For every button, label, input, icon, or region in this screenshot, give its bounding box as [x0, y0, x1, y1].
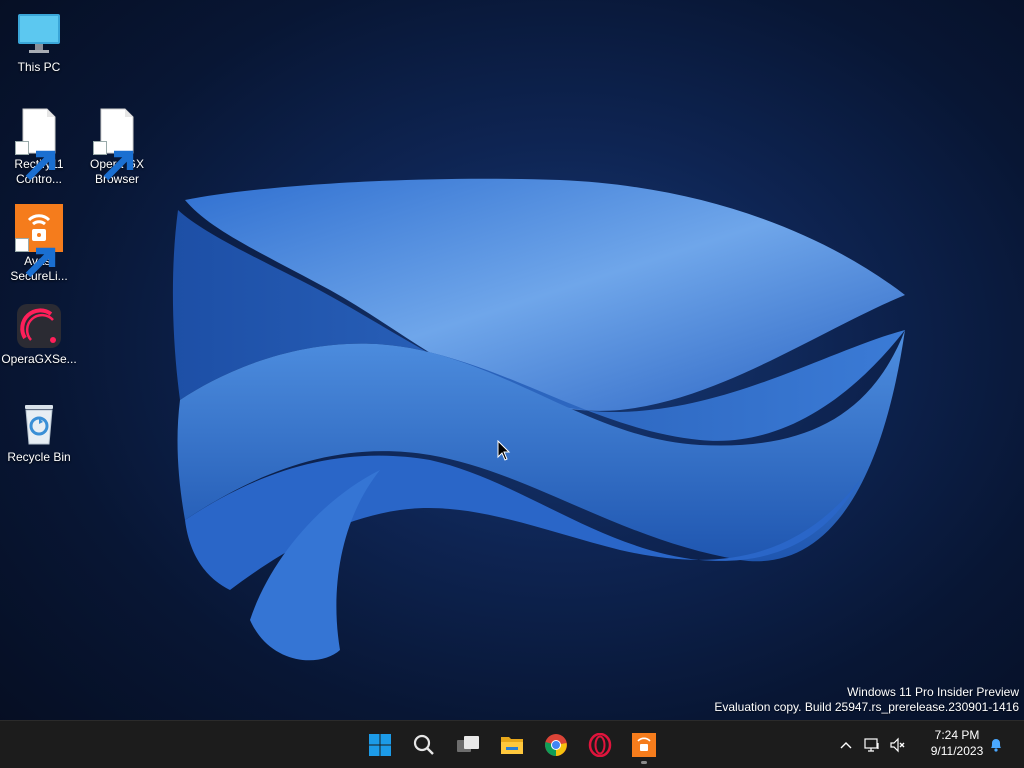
volume-button[interactable] — [886, 725, 910, 765]
desktop-icon-label: Recycle Bin — [7, 450, 71, 464]
clock-time: 7:24 PM — [934, 728, 980, 742]
search-button[interactable] — [404, 725, 444, 765]
shortcut-arrow-icon — [15, 238, 56, 278]
chrome-button[interactable] — [536, 725, 576, 765]
running-indicator — [641, 761, 647, 764]
chrome-icon — [545, 734, 567, 756]
file-explorer-icon — [501, 737, 523, 754]
desktop-icon-operagx-setup[interactable]: OperaGXSe... — [0, 302, 78, 367]
desktop-icon-opera-gx-browser[interactable]: Opera GX Browser — [78, 107, 156, 187]
recycle-bin-icon — [15, 400, 63, 448]
shortcut-arrow-icon — [93, 141, 134, 181]
monitor-icon — [15, 10, 63, 58]
opera-gx-button[interactable] — [580, 725, 620, 765]
avast-secureline-icon — [632, 733, 656, 757]
file-icon — [93, 107, 141, 181]
evaluation-watermark: Windows 11 Pro Insider Preview Evaluatio… — [714, 685, 1019, 715]
desktop-icon-label: This PC — [17, 60, 61, 74]
file-icon — [15, 107, 63, 181]
watermark-line-2: Evaluation copy. Build 25947.rs_prerelea… — [714, 700, 1019, 714]
task-view-button[interactable] — [448, 725, 488, 765]
desktop-icon-label: OperaGXSe... — [1, 352, 77, 366]
taskbar — [0, 720, 1024, 768]
opera-gx-setup-icon — [15, 302, 63, 350]
opera-gx-icon — [588, 733, 612, 757]
mouse-cursor-icon — [497, 440, 511, 461]
task-view-icon — [457, 736, 479, 752]
chevron-up-icon — [840, 742, 852, 749]
volume-muted-icon — [890, 737, 905, 753]
network-button[interactable] — [860, 725, 884, 765]
desktop-icon-recycle-bin[interactable]: Recycle Bin — [0, 400, 78, 465]
desktop-icon-avast-secureline[interactable]: Avast SecureLi... — [0, 204, 78, 284]
desktop-icon-this-pc[interactable]: This PC — [0, 10, 78, 75]
avast-secureline-icon — [15, 204, 63, 278]
shortcut-arrow-icon — [15, 141, 56, 181]
windows-start-icon — [369, 734, 391, 756]
clock-date: 9/11/2023 — [930, 744, 984, 758]
avast-secureline-button[interactable] — [624, 725, 664, 765]
network-icon — [864, 738, 879, 752]
start-button[interactable] — [360, 725, 400, 765]
watermark-line-1: Windows 11 Pro Insider Preview — [847, 685, 1019, 699]
file-explorer-button[interactable] — [492, 725, 532, 765]
search-icon — [413, 734, 434, 755]
desktop-icon-rectify11[interactable]: Rectify11 Contro... — [0, 107, 78, 187]
taskbar-clock[interactable]: 7:24 PM 9/11/2023 — [918, 727, 996, 759]
tray-overflow-button[interactable] — [834, 725, 858, 765]
